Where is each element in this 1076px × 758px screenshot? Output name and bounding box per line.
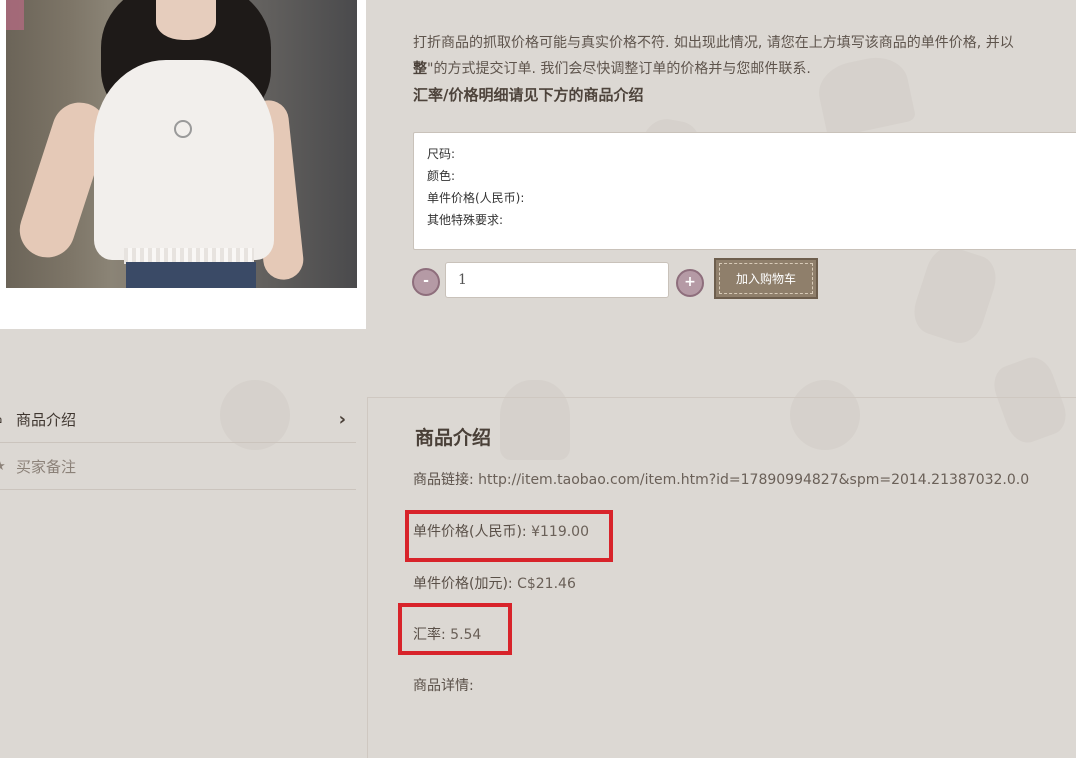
exchange-rate-label: 汇率: bbox=[413, 627, 451, 643]
background-pattern bbox=[907, 241, 1003, 349]
notice-line-3: 汇率/价格明细请见下方的商品介绍 bbox=[413, 86, 644, 104]
product-tabs: ⌂ 商品介绍 › ★ 买家备注 bbox=[0, 396, 356, 490]
product-photo[interactable] bbox=[6, 0, 357, 288]
exchange-rate-value: 5.54 bbox=[450, 627, 482, 643]
product-link-label: 商品链接: bbox=[413, 472, 479, 488]
product-link[interactable]: http://item.taobao.com/item.htm?id=17890… bbox=[478, 472, 1029, 488]
tab-product-intro[interactable]: ⌂ 商品介绍 › bbox=[0, 396, 356, 443]
quantity-decrease-button[interactable]: - bbox=[412, 268, 440, 296]
price-cny-label: 单件价格(人民币): bbox=[413, 524, 532, 540]
price-cny-row: 单件价格(人民币): ¥119.00 bbox=[413, 521, 589, 541]
add-to-cart-button[interactable]: 加入购物车 bbox=[714, 258, 818, 299]
price-cad-label: 单件价格(加元): bbox=[413, 576, 518, 592]
tab-label: 商品介绍 bbox=[16, 410, 77, 429]
exchange-rate-row: 汇率: 5.54 bbox=[413, 624, 481, 644]
product-details-label: 商品详情: bbox=[413, 678, 474, 694]
price-cad-row: 单件价格(加元): C$21.46 bbox=[413, 573, 576, 593]
star-icon: ★ bbox=[0, 459, 6, 474]
product-image-card bbox=[0, 0, 366, 329]
order-remark-textarea[interactable]: 尺码: 颜色: 单件价格(人民币): 其他特殊要求: bbox=[413, 132, 1076, 250]
product-link-row: 商品链接: http://item.taobao.com/item.htm?id… bbox=[413, 469, 1029, 489]
chevron-right-icon: › bbox=[338, 408, 346, 430]
add-to-cart-label: 加入购物车 bbox=[735, 272, 796, 286]
notice-line-1: 打折商品的抓取价格可能与真实价格不符. 如出现此情况, 请您在上方填写该商品的单… bbox=[413, 35, 1014, 51]
notice-line-2: 整"的方式提交订单. 我们会尽快调整订单的价格并与您邮件联系. bbox=[413, 61, 811, 77]
quantity-increase-button[interactable]: + bbox=[676, 269, 704, 297]
tab-label: 买家备注 bbox=[16, 457, 77, 476]
price-cny-value: ¥119.00 bbox=[531, 524, 589, 540]
tab-buyer-notes[interactable]: ★ 买家备注 bbox=[0, 443, 356, 490]
home-icon: ⌂ bbox=[0, 412, 2, 427]
price-cad-value: C$21.46 bbox=[517, 576, 576, 592]
detail-title: 商品介绍 bbox=[415, 427, 492, 449]
quantity-input[interactable] bbox=[445, 262, 669, 298]
price-notice: 打折商品的抓取价格可能与真实价格不符. 如出现此情况, 请您在上方填写该商品的单… bbox=[413, 30, 1076, 108]
